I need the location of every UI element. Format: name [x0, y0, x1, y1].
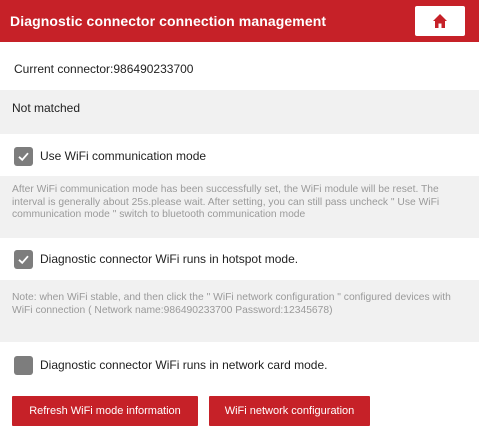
match-status-text: Not matched	[12, 101, 81, 115]
checkmark-icon	[18, 152, 29, 161]
hotspot-mode-label: Diagnostic connector WiFi runs in hotspo…	[40, 252, 299, 266]
current-connector-text: Current connector:986490233700	[14, 62, 194, 76]
title-bar: Diagnostic connector connection manageme…	[0, 0, 479, 42]
hotspot-note: Note: when WiFi stable, and then click t…	[0, 280, 479, 342]
home-button[interactable]	[415, 6, 465, 36]
action-bar: Refresh WiFi mode information WiFi netwo…	[0, 388, 479, 446]
wifi-mode-note: After WiFi communication mode has been s…	[0, 176, 479, 238]
wifi-mode-label: Use WiFi communication mode	[40, 149, 207, 163]
home-icon	[433, 14, 447, 28]
wifi-mode-checkbox[interactable]	[14, 146, 33, 166]
hotspot-mode-checkbox[interactable]	[14, 249, 33, 269]
current-connector-row: Current connector:986490233700	[0, 44, 479, 90]
wifi-network-configuration-button[interactable]: WiFi network configuration	[209, 396, 370, 426]
checkmark-icon	[18, 255, 29, 264]
network-card-mode-label: Diagnostic connector WiFi runs in networ…	[40, 358, 328, 372]
wifi-mode-option[interactable]: Use WiFi communication mode	[0, 136, 479, 176]
hotspot-note-text: Note: when WiFi stable, and then click t…	[12, 292, 451, 316]
network-card-mode-checkbox[interactable]	[14, 355, 33, 375]
hotspot-mode-option[interactable]: Diagnostic connector WiFi runs in hotspo…	[0, 238, 479, 280]
match-status-row: Not matched	[0, 90, 479, 134]
page-title: Diagnostic connector connection manageme…	[10, 13, 327, 29]
network-card-mode-option[interactable]: Diagnostic connector WiFi runs in networ…	[0, 344, 479, 386]
refresh-wifi-mode-button[interactable]: Refresh WiFi mode information	[12, 396, 198, 426]
wifi-mode-note-text: After WiFi communication mode has been s…	[12, 184, 440, 220]
